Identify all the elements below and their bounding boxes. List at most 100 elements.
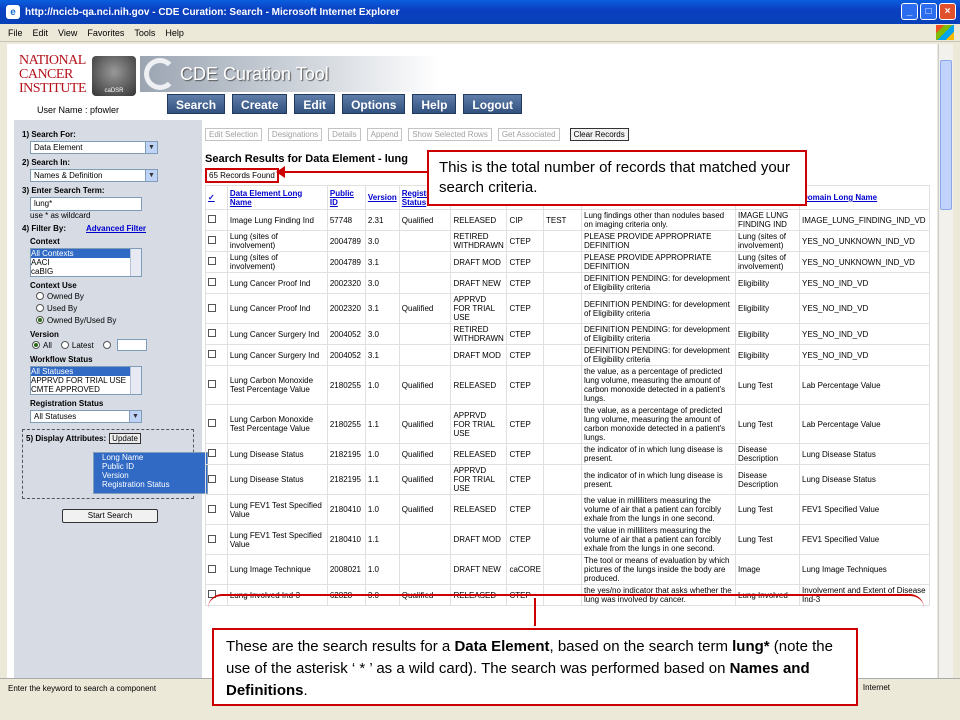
- row-checkbox[interactable]: [208, 504, 216, 513]
- nav-options-button[interactable]: Options: [342, 94, 406, 114]
- version-all-label: All: [43, 340, 52, 350]
- attributes-list[interactable]: Long Name Public ID Version Registration St…: [93, 452, 208, 494]
- menu-item-favorites[interactable]: Favorites: [87, 28, 124, 38]
- nav-help-button[interactable]: Help: [412, 94, 457, 114]
- menu-item-edit[interactable]: Edit: [33, 28, 49, 38]
- radio-button[interactable]: [36, 304, 44, 312]
- context-option[interactable]: caBIG: [31, 267, 141, 276]
- row-checkbox[interactable]: [208, 474, 216, 483]
- context-list[interactable]: All Contexts AACI caBIG: [30, 248, 142, 277]
- table-row: Lung FEV1 Test Specified Value 2180410 1.1…: [205, 524, 930, 555]
- row-checkbox[interactable]: [208, 215, 216, 223]
- context-option[interactable]: All Contexts: [31, 249, 141, 258]
- clear-records-button[interactable]: Clear Records: [569, 128, 629, 141]
- nav-logout-button[interactable]: Logout: [463, 94, 523, 114]
- row-checkbox[interactable]: [208, 278, 216, 286]
- search-in-select[interactable]: Names & Definition ▼: [30, 169, 158, 182]
- table-cell: [543, 494, 582, 525]
- wildcard-note: use * as wildcard: [30, 211, 91, 220]
- version-specific-radio[interactable]: [102, 341, 111, 349]
- column-header[interactable]: Domain Long Name: [799, 185, 930, 210]
- scrollbar-thumb[interactable]: [940, 60, 952, 210]
- menu-item-view[interactable]: View: [58, 28, 77, 38]
- version-latest-radio[interactable]: [60, 341, 69, 349]
- nav-edit-button[interactable]: Edit: [294, 94, 336, 114]
- workflow-option[interactable]: All Statuses: [31, 367, 141, 376]
- table-cell: The tool or means of evaluation by which…: [581, 554, 736, 585]
- row-checkbox[interactable]: [208, 534, 216, 543]
- row-checkbox[interactable]: [208, 380, 216, 388]
- nav-create-button[interactable]: Create: [232, 94, 288, 114]
- show-selected-rows-button[interactable]: Show Selected Rows: [408, 128, 492, 141]
- menu-item-help[interactable]: Help: [165, 28, 184, 38]
- attribute-option[interactable]: Registration Status: [102, 480, 207, 489]
- context-use-label: Used By: [47, 303, 78, 313]
- attribute-option[interactable]: Version: [102, 471, 207, 480]
- windows-logo-icon: [936, 25, 954, 40]
- details-button[interactable]: Details: [328, 128, 361, 141]
- vertical-scrollbar[interactable]: [938, 44, 953, 678]
- table-cell: [543, 443, 582, 465]
- minimize-button[interactable]: _: [901, 3, 918, 20]
- search-term-input[interactable]: lung*: [30, 197, 142, 211]
- row-checkbox[interactable]: [208, 236, 216, 244]
- radio-button[interactable]: [36, 292, 44, 300]
- ie-icon: e: [6, 5, 20, 19]
- row-checkbox[interactable]: [208, 257, 216, 265]
- table-cell: YES_NO_IND_VD: [799, 344, 930, 366]
- menu-item-file[interactable]: File: [8, 28, 23, 38]
- row-checkbox[interactable]: [208, 350, 216, 358]
- attribute-option[interactable]: Public ID: [102, 462, 207, 471]
- context-use-option: Owned By: [36, 290, 194, 302]
- table-cell: CIP: [506, 209, 544, 231]
- version-input[interactable]: [116, 339, 147, 351]
- column-header[interactable]: Public ID: [326, 185, 366, 210]
- menu-item-tools[interactable]: Tools: [134, 28, 155, 38]
- column-header[interactable]: Version: [364, 185, 400, 210]
- workflow-list[interactable]: All Statuses APPRVD FOR TRIAL USE CMTE APP…: [30, 366, 142, 395]
- scrollbar[interactable]: [130, 367, 141, 394]
- advanced-filter-link[interactable]: Advanced Filter: [86, 224, 146, 233]
- close-button[interactable]: ×: [939, 3, 956, 20]
- table-cell: 1.0: [364, 554, 400, 585]
- row-checkbox[interactable]: [208, 449, 216, 457]
- workflow-option[interactable]: APPRVD FOR TRIAL USE: [31, 376, 141, 385]
- row-select-cell: [205, 365, 228, 405]
- maximize-button[interactable]: □: [920, 3, 937, 20]
- nav-search-button[interactable]: Search: [167, 94, 226, 114]
- radio-button[interactable]: [36, 316, 44, 324]
- table-cell: DEFINITION PENDING: for development of E…: [581, 293, 736, 324]
- table-cell: Image: [735, 554, 800, 585]
- table-cell: DRAFT MOD: [450, 524, 508, 555]
- row-checkbox[interactable]: [208, 419, 216, 427]
- row-checkbox[interactable]: [208, 564, 216, 573]
- table-cell: Lab Percentage Value: [799, 404, 930, 444]
- select-all-header[interactable]: ✓: [205, 185, 228, 210]
- table-cell: 1.0: [364, 365, 400, 405]
- get-associated-button[interactable]: Get Associated: [497, 128, 560, 141]
- table-cell: DRAFT NEW: [450, 272, 508, 294]
- table-cell: Eligibility: [735, 323, 800, 345]
- edit-selection-button[interactable]: Edit Selection: [205, 128, 262, 141]
- start-search-button[interactable]: Start Search: [62, 509, 158, 523]
- update-button[interactable]: Update: [109, 433, 141, 444]
- context-use-group: Owned By Used By Owned By/Used By: [22, 290, 194, 326]
- table-row: Lung Cancer Proof Ind 2002320 3.0 DRAFT NEW…: [205, 272, 930, 294]
- scrollbar[interactable]: [130, 249, 141, 276]
- attribute-option[interactable]: Long Name: [102, 453, 207, 462]
- column-header[interactable]: Data Element Long Name: [226, 185, 328, 210]
- row-checkbox[interactable]: [208, 329, 216, 337]
- table-cell: 3.1: [364, 344, 400, 366]
- search-for-select[interactable]: Data Element ▼: [30, 141, 158, 154]
- callout-search-results: These are the search results for a Data …: [212, 628, 858, 706]
- table-cell: Qualified: [398, 365, 452, 405]
- row-checkbox[interactable]: [208, 303, 216, 312]
- workflow-option[interactable]: CMTE APPROVED: [31, 385, 141, 394]
- table-cell: Lung Carbon Monoxide Test Percentage Val…: [226, 365, 328, 405]
- results-title: Search Results for Data Element - lung: [205, 153, 408, 165]
- append-button[interactable]: Append: [366, 128, 403, 141]
- registration-select[interactable]: All Statuses ▼: [30, 410, 142, 423]
- designations-button[interactable]: Designations: [267, 128, 323, 141]
- version-all-radio[interactable]: [32, 341, 40, 349]
- context-option[interactable]: AACI: [31, 258, 141, 267]
